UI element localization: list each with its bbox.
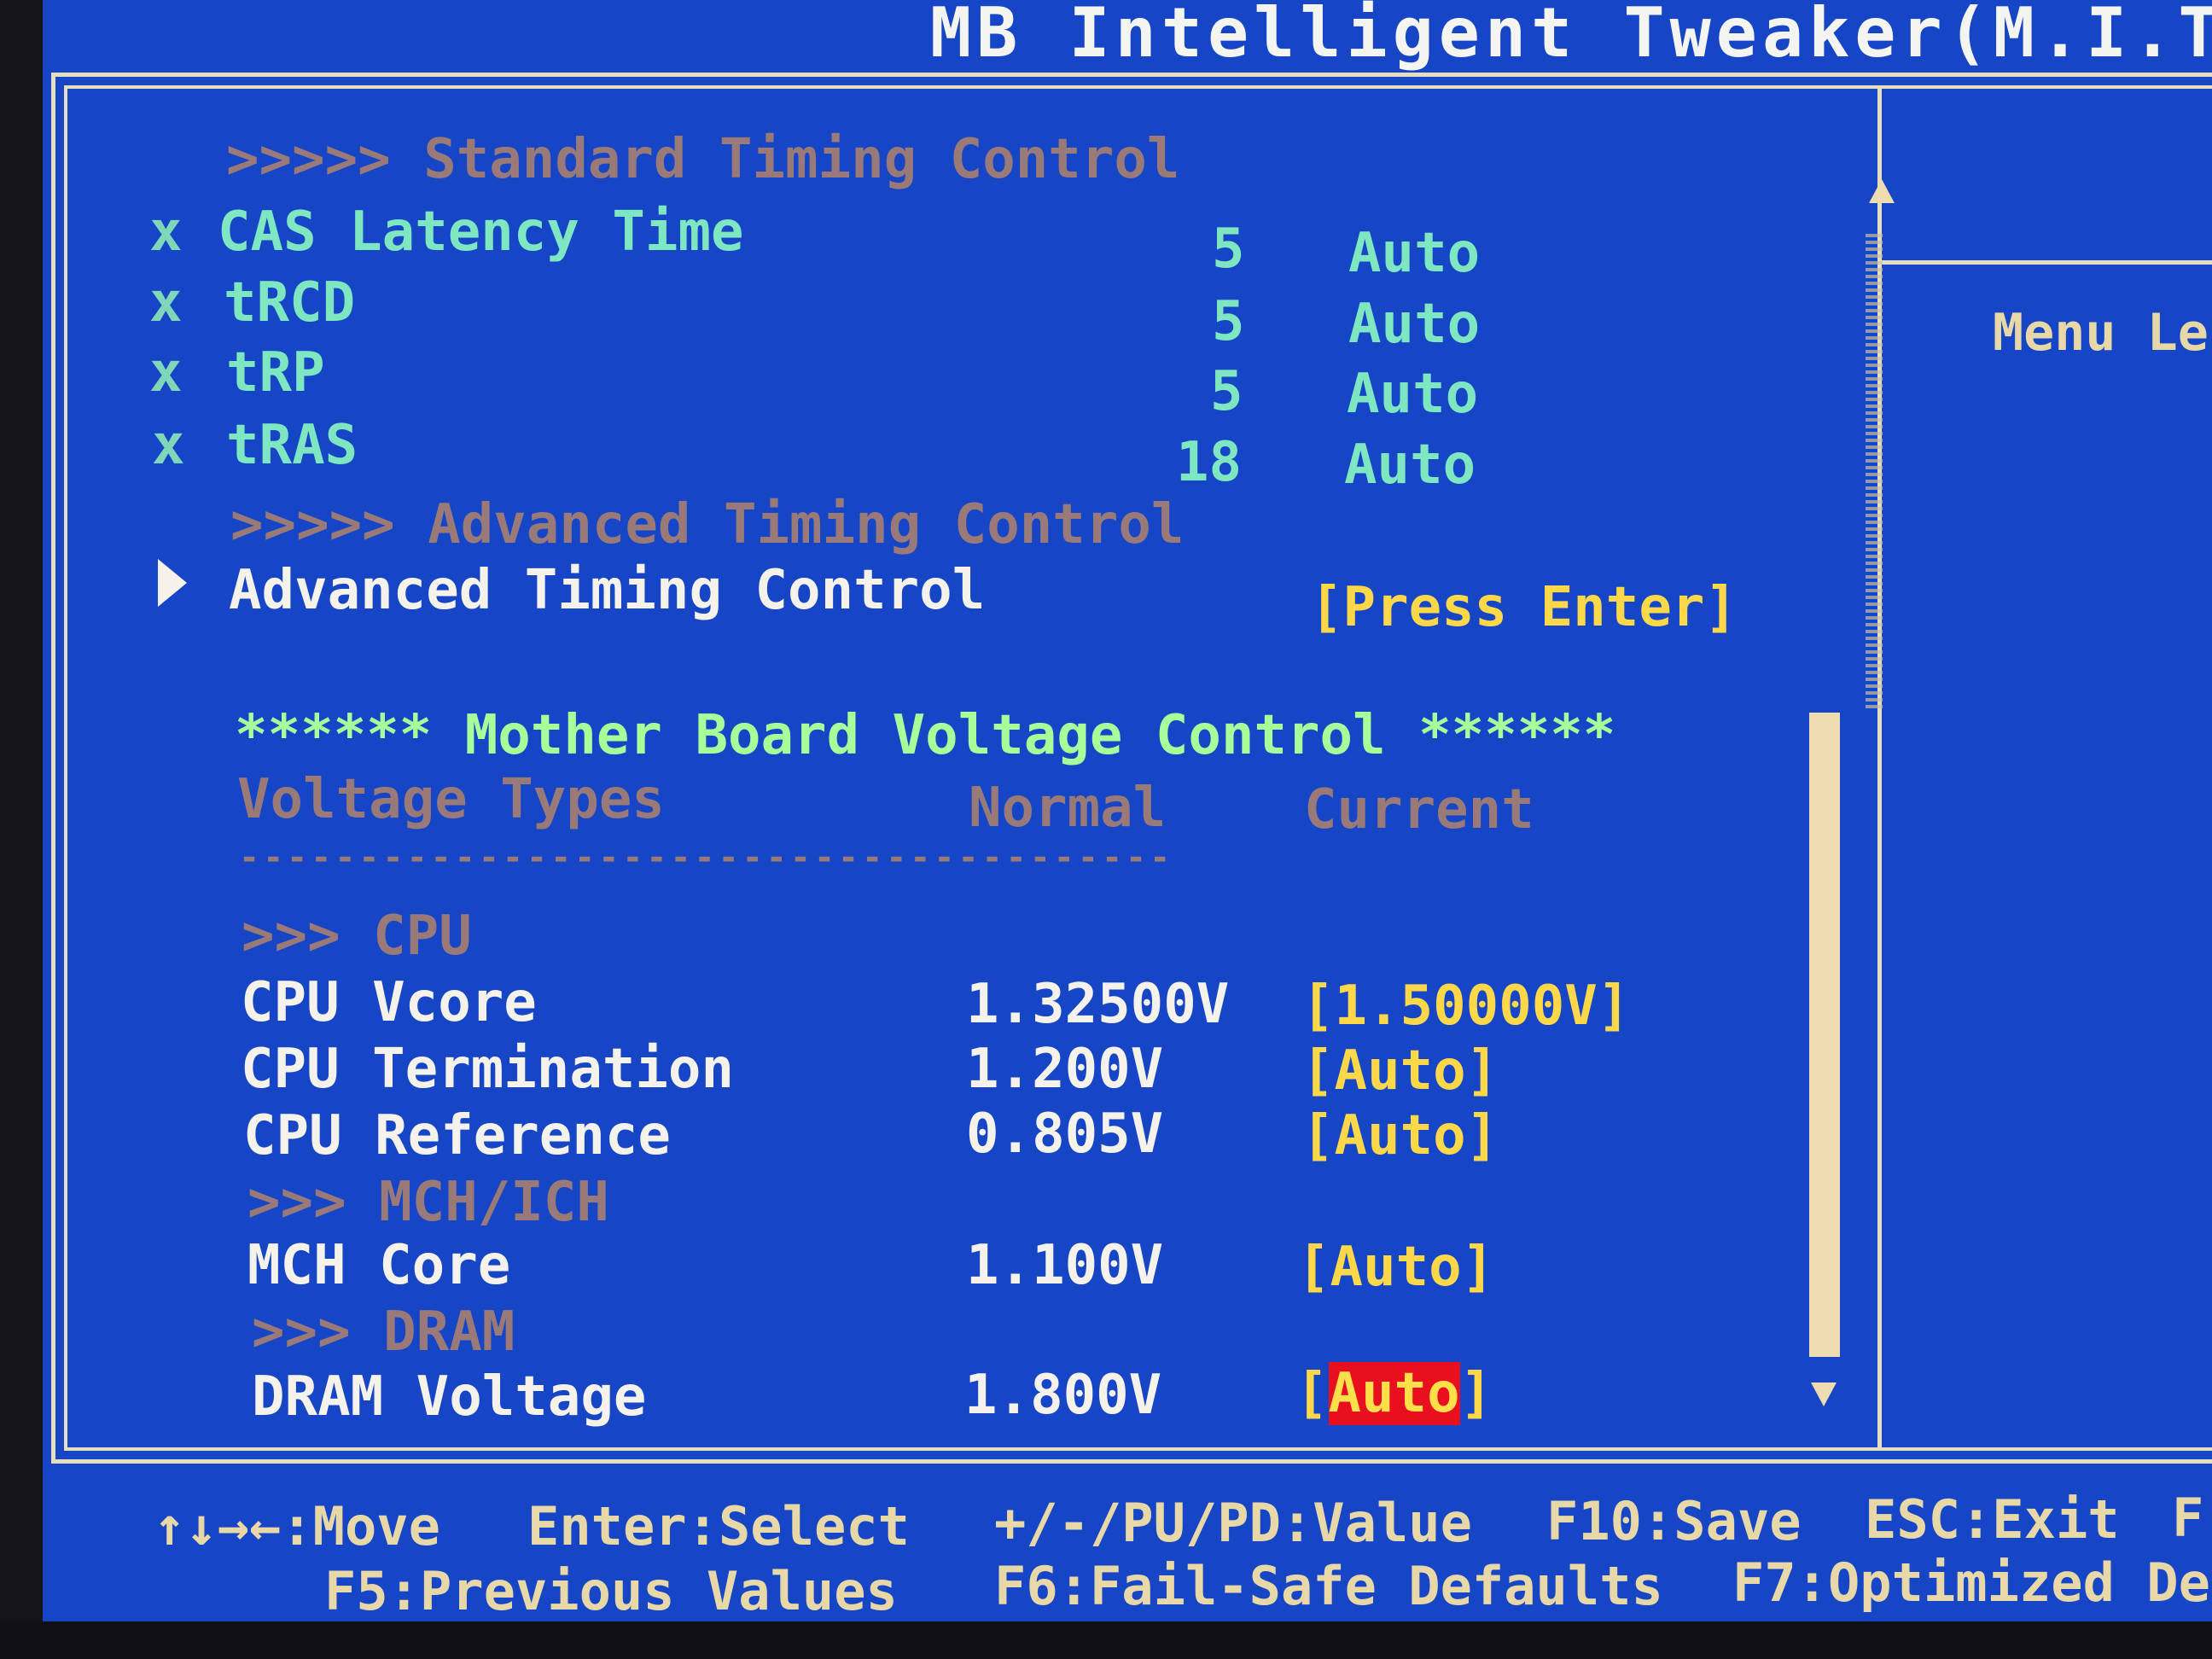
mch-core-normal: 1.100V <box>966 1234 1164 1297</box>
group-dram-heading: >>> DRAM <box>252 1301 515 1364</box>
standard-timing-heading: >>>>> Standard Timing Control <box>226 128 1180 191</box>
key-previous-values: F5:Previous Values <box>324 1560 898 1622</box>
advanced-timing-label[interactable]: Advanced Timing Control <box>229 559 985 622</box>
tras-setting[interactable]: Auto <box>1344 434 1476 497</box>
bracket-open: [ <box>1295 1362 1329 1425</box>
trp-label[interactable]: tRP <box>226 341 325 405</box>
cpu-reference-current[interactable]: [Auto] <box>1301 1104 1499 1167</box>
bracket-close: ] <box>1459 1362 1493 1425</box>
help-panel-text: Menu Le <box>1993 303 2209 363</box>
cpu-termination-label[interactable]: CPU Termination <box>241 1038 734 1101</box>
disabled-marker-icon: x <box>152 414 185 477</box>
cas-latency-value: 5 <box>1212 218 1245 281</box>
mch-core-label[interactable]: MCH Core <box>247 1234 510 1297</box>
scroll-up-arrow-icon[interactable] <box>1869 179 1895 203</box>
dram-voltage-normal: 1.800V <box>964 1364 1162 1427</box>
cpu-reference-label[interactable]: CPU Reference <box>243 1104 671 1167</box>
trcd-setting[interactable]: Auto <box>1348 293 1480 356</box>
monitor-bezel-bottom <box>0 1621 2212 1659</box>
column-current: Current <box>1304 778 1534 841</box>
column-separator: --------------------------------------- <box>239 838 1174 877</box>
cpu-reference-normal: 0.805V <box>966 1103 1164 1166</box>
key-f-truncated: F <box>2172 1487 2204 1549</box>
dram-voltage-current[interactable]: [Auto] <box>1295 1362 1493 1425</box>
voltage-control-heading: ****** Mother Board Voltage Control ****… <box>235 704 1616 767</box>
disabled-marker-icon: x <box>149 201 183 264</box>
trcd-value: 5 <box>1212 290 1245 353</box>
page-title: MB Intelligent Tweaker(M.I.T.) <box>930 0 2212 73</box>
key-select: Enter:Select <box>527 1495 910 1557</box>
cpu-vcore-current[interactable]: [1.50000V] <box>1301 975 1630 1038</box>
key-fail-safe-defaults: F6:Fail-Safe Defaults <box>994 1555 1663 1617</box>
trp-setting[interactable]: Auto <box>1347 363 1478 426</box>
dram-voltage-selected-value[interactable]: Auto <box>1328 1362 1460 1425</box>
scroll-down-arrow-icon[interactable] <box>1811 1382 1837 1406</box>
cas-latency-setting[interactable]: Auto <box>1348 222 1480 285</box>
key-optimized-defaults: F7:Optimized Def <box>1732 1551 2212 1614</box>
trp-value: 5 <box>1210 360 1243 423</box>
advanced-timing-press-enter[interactable]: [Press Enter] <box>1310 576 1738 639</box>
help-panel-separator <box>1882 260 2212 265</box>
cpu-termination-normal: 1.200V <box>966 1038 1164 1101</box>
cpu-vcore-label[interactable]: CPU Vcore <box>241 971 537 1034</box>
cas-latency-label[interactable]: CAS Latency Time <box>218 201 744 264</box>
tras-value: 18 <box>1176 431 1243 494</box>
key-save: F10:Save <box>1546 1490 1802 1552</box>
group-mch-ich-heading: >>> MCH/ICH <box>247 1171 609 1234</box>
column-normal: Normal <box>969 777 1167 840</box>
column-voltage-types: Voltage Types <box>237 768 665 831</box>
disabled-marker-icon: x <box>149 341 183 405</box>
monitor-bezel-left <box>0 0 43 1659</box>
mch-core-current[interactable]: [Auto] <box>1297 1236 1494 1299</box>
cpu-vcore-normal: 1.32500V <box>966 973 1230 1036</box>
tras-label[interactable]: tRAS <box>226 414 358 477</box>
trcd-label[interactable]: tRCD <box>224 271 355 335</box>
key-exit: ESC:Exit <box>1865 1488 2120 1551</box>
disabled-marker-icon: x <box>149 271 183 335</box>
advanced-timing-heading: >>>>> Advanced Timing Control <box>230 493 1185 556</box>
group-cpu-heading: >>> CPU <box>242 905 472 968</box>
scrollbar-thumb[interactable] <box>1809 713 1840 1357</box>
submenu-arrow-icon <box>158 559 187 607</box>
dram-voltage-label[interactable]: DRAM Voltage <box>252 1365 646 1429</box>
cpu-termination-current[interactable]: [Auto] <box>1301 1039 1499 1103</box>
key-value: +/-/PU/PD:Value <box>994 1492 1472 1554</box>
scrollbar-track[interactable] <box>1866 230 1883 708</box>
key-move: ↑↓→←:Move <box>154 1495 440 1557</box>
